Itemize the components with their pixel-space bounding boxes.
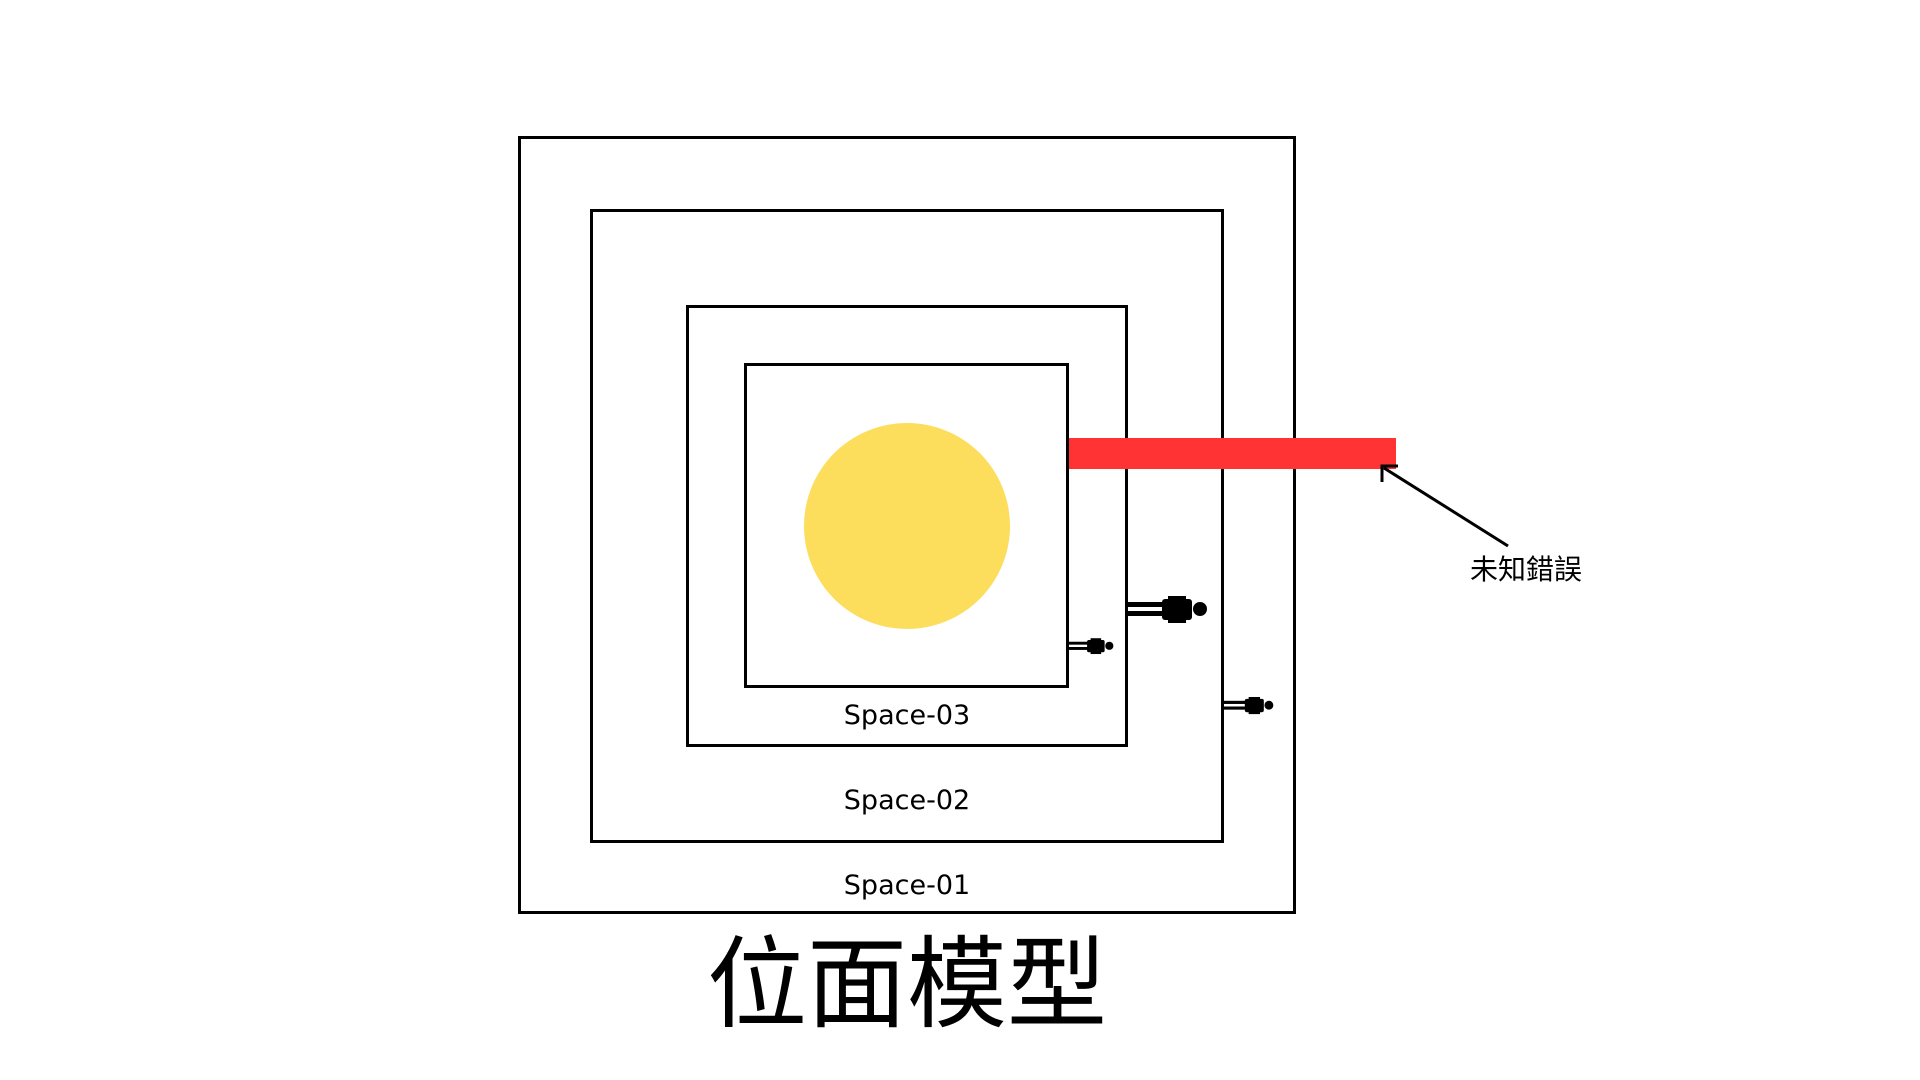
error-bar (1069, 438, 1396, 469)
error-label: 未知錯誤 (1470, 553, 1583, 586)
space-02-label: Space-02 (843, 785, 971, 816)
arrow-icon (1380, 464, 1509, 548)
space-03-label: Space-03 (843, 700, 971, 731)
person-lying-icon (1222, 697, 1274, 715)
space-01-label: Space-01 (843, 870, 971, 901)
diagram-title: 位面模型 (707, 926, 1107, 1043)
sun-circle (804, 423, 1010, 629)
person-lying-icon (1126, 596, 1207, 623)
person-lying-icon (1066, 638, 1114, 655)
